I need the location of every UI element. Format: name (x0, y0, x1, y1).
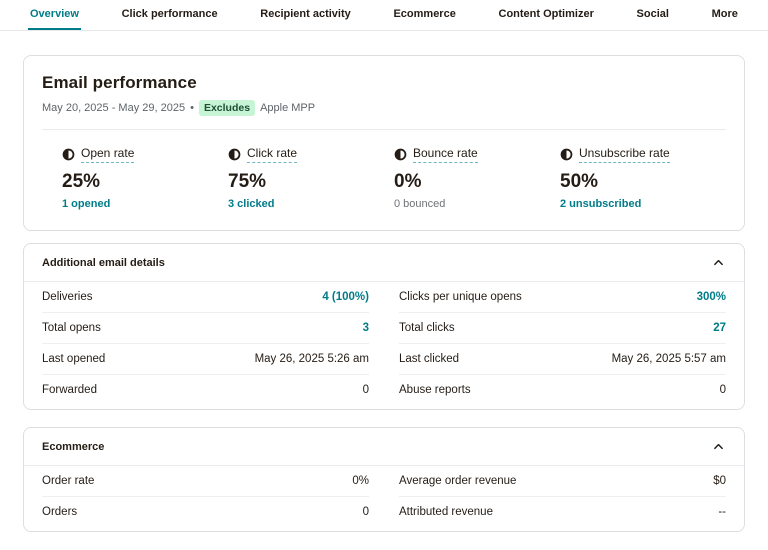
row-label: Abuse reports (399, 384, 471, 396)
apple-mpp-icon (228, 148, 241, 161)
row-label: Last opened (42, 353, 105, 365)
table-row: Forwarded 0 (42, 375, 369, 405)
details-right-column: Clicks per unique opens 300% Total click… (399, 282, 726, 405)
table-row: Abuse reports 0 (399, 375, 726, 405)
table-row: Average order revenue $0 (399, 466, 726, 497)
order-rate-value: 0% (352, 475, 369, 487)
tab-social[interactable]: Social (635, 0, 671, 30)
row-label: Clicks per unique opens (399, 291, 522, 303)
tab-recipient-activity[interactable]: Recipient activity (258, 0, 352, 30)
dot-separator: • (190, 102, 194, 114)
click-rate-label[interactable]: Click rate (247, 146, 297, 163)
collapse-chevron-icon[interactable] (711, 255, 726, 270)
bounce-rate-value: 0% (394, 171, 560, 193)
row-label: Last clicked (399, 353, 459, 365)
metric-unsubscribe-rate: Unsubscribe rate 50% 2 unsubscribed (560, 146, 726, 210)
ecommerce-right-column: Average order revenue $0 Attributed reve… (399, 466, 726, 527)
section-title: Additional email details (42, 257, 165, 269)
ecommerce-card: Ecommerce Order rate 0% Orders 0 Average… (23, 427, 745, 532)
row-label: Order rate (42, 475, 94, 487)
metric-open-rate: Open rate 25% 1 opened (62, 146, 228, 210)
row-label: Deliveries (42, 291, 93, 303)
date-range: May 20, 2025 - May 29, 2025 (42, 102, 185, 114)
average-order-revenue-value: $0 (713, 475, 726, 487)
apple-mpp-icon (394, 148, 407, 161)
table-row: Last opened May 26, 2025 5:26 am (42, 344, 369, 375)
clicks-per-unique-opens-value[interactable]: 300% (697, 291, 726, 303)
forwarded-value: 0 (363, 384, 369, 396)
total-opens-value[interactable]: 3 (363, 322, 369, 334)
metrics-row: Open rate 25% 1 opened Click rate 75% 3 … (24, 130, 744, 230)
table-row: Deliveries 4 (100%) (42, 282, 369, 313)
bounce-rate-label[interactable]: Bounce rate (413, 146, 478, 163)
opened-link[interactable]: 1 opened (62, 198, 228, 210)
details-columns: Deliveries 4 (100%) Total opens 3 Last o… (24, 282, 744, 409)
excludes-badge: Excludes (199, 100, 255, 116)
orders-value: 0 (363, 506, 369, 518)
additional-details-header: Additional email details (24, 244, 744, 282)
total-clicks-value[interactable]: 27 (713, 322, 726, 334)
email-performance-card: Email performance May 20, 2025 - May 29,… (23, 55, 745, 231)
ecommerce-header: Ecommerce (24, 428, 744, 466)
last-opened-value: May 26, 2025 5:26 am (255, 353, 369, 365)
row-label: Total clicks (399, 322, 455, 334)
row-label: Attributed revenue (399, 506, 493, 518)
unsubscribe-rate-label[interactable]: Unsubscribe rate (579, 146, 670, 163)
apple-mpp-icon (62, 148, 75, 161)
section-title: Ecommerce (42, 441, 104, 453)
tab-ecommerce[interactable]: Ecommerce (391, 0, 457, 30)
unsubscribe-rate-value: 50% (560, 171, 726, 193)
metric-bounce-rate: Bounce rate 0% 0 bounced (394, 146, 560, 210)
metric-click-rate: Click rate 75% 3 clicked (228, 146, 394, 210)
tab-more[interactable]: More (710, 0, 740, 30)
table-row: Orders 0 (42, 497, 369, 527)
unsubscribed-link[interactable]: 2 unsubscribed (560, 198, 726, 210)
ecommerce-columns: Order rate 0% Orders 0 Average order rev… (24, 466, 744, 531)
row-label: Average order revenue (399, 475, 516, 487)
report-date-line: May 20, 2025 - May 29, 2025 • Excludes A… (42, 100, 726, 116)
row-label: Total opens (42, 322, 101, 334)
tab-click-performance[interactable]: Click performance (120, 0, 220, 30)
table-row: Total clicks 27 (399, 313, 726, 344)
table-row: Total opens 3 (42, 313, 369, 344)
table-row: Clicks per unique opens 300% (399, 282, 726, 313)
details-left-column: Deliveries 4 (100%) Total opens 3 Last o… (42, 282, 369, 405)
abuse-reports-value: 0 (720, 384, 726, 396)
additional-details-card: Additional email details Deliveries 4 (1… (23, 243, 745, 410)
ecommerce-left-column: Order rate 0% Orders 0 (42, 466, 369, 527)
tab-overview[interactable]: Overview (28, 0, 81, 30)
click-rate-value: 75% (228, 171, 394, 193)
open-rate-label[interactable]: Open rate (81, 146, 134, 163)
row-label: Orders (42, 506, 77, 518)
table-row: Last clicked May 26, 2025 5:57 am (399, 344, 726, 375)
last-clicked-value: May 26, 2025 5:57 am (612, 353, 726, 365)
apple-mpp-icon (560, 148, 573, 161)
bounced-text: 0 bounced (394, 198, 560, 210)
row-label: Forwarded (42, 384, 97, 396)
page-title: Email performance (42, 73, 726, 93)
clicked-link[interactable]: 3 clicked (228, 198, 394, 210)
report-content: Email performance May 20, 2025 - May 29,… (0, 31, 768, 550)
email-performance-header: Email performance May 20, 2025 - May 29,… (24, 56, 744, 129)
badge-note: Apple MPP (260, 102, 315, 114)
report-tab-bar: Overview Click performance Recipient act… (0, 0, 768, 31)
deliveries-value[interactable]: 4 (100%) (322, 291, 369, 303)
attributed-revenue-value: -- (718, 506, 726, 518)
tab-content-optimizer[interactable]: Content Optimizer (497, 0, 596, 30)
table-row: Order rate 0% (42, 466, 369, 497)
collapse-chevron-icon[interactable] (711, 439, 726, 454)
open-rate-value: 25% (62, 171, 228, 193)
table-row: Attributed revenue -- (399, 497, 726, 527)
